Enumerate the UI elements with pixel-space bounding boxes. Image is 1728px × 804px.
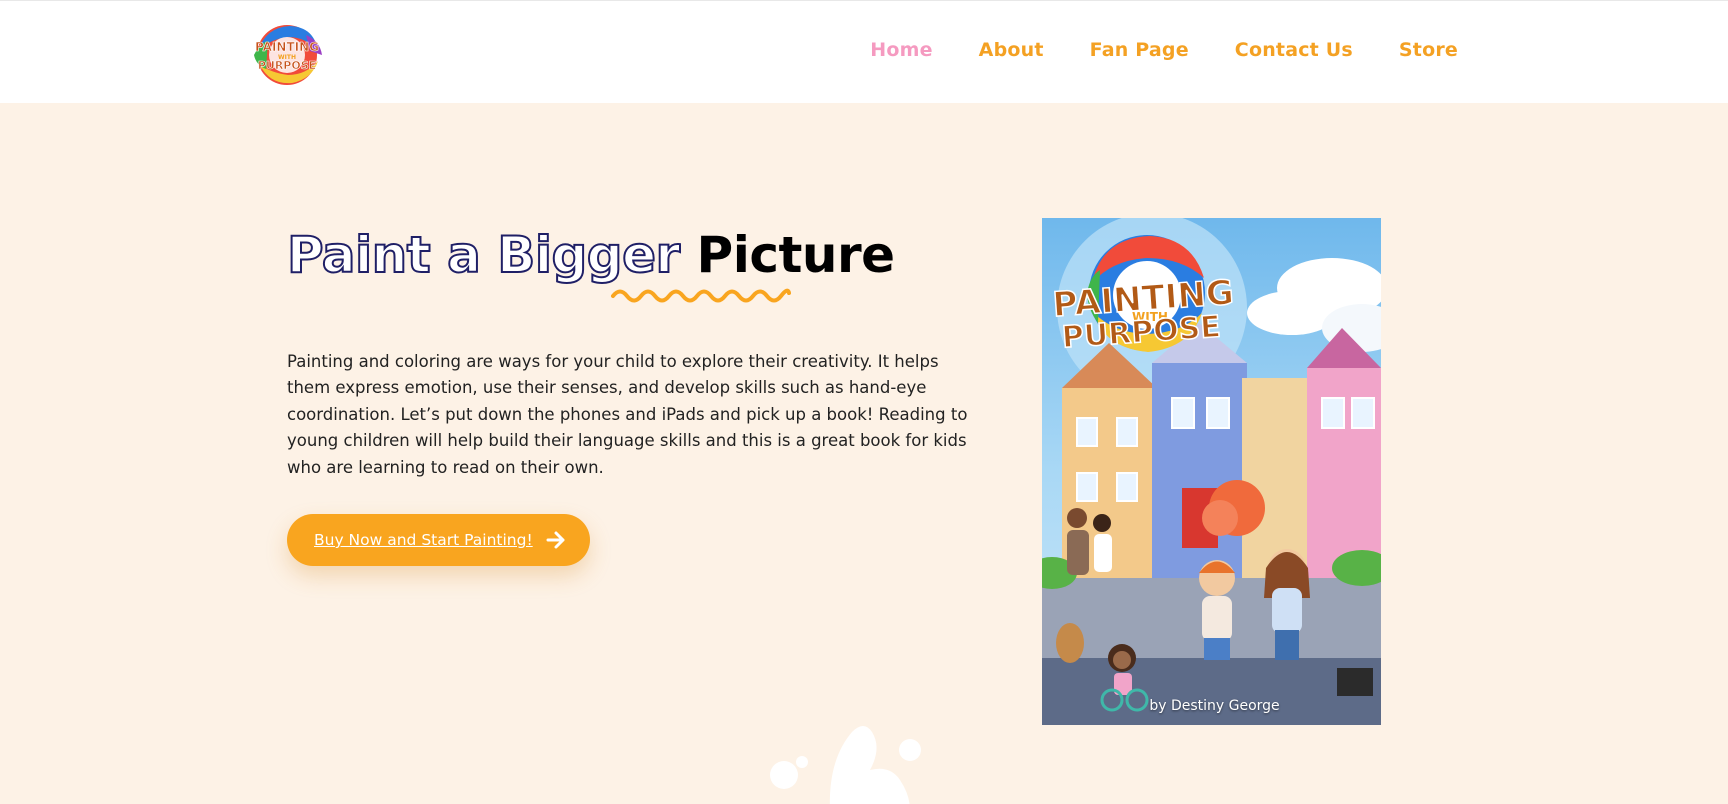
buy-now-button[interactable]: Buy Now and Start Painting! [287, 514, 590, 566]
nav-about[interactable]: About [979, 39, 1044, 61]
logo-text-purpose: PURPOSE [258, 59, 316, 72]
site-header: PAINTING WITH PURPOSE Home About Fan Pag… [0, 0, 1728, 103]
paint-splash-decoration [770, 726, 921, 804]
page: PAINTING WITH PURPOSE Home About Fan Pag… [0, 0, 1728, 804]
hero-intro-text: Painting and coloring are ways for your … [287, 351, 968, 477]
headline-solid-text: Picture [696, 226, 896, 284]
nav-store[interactable]: Store [1399, 39, 1458, 61]
book-cover-image: PAINTING WITH PURPOSE by Destiny George [1042, 218, 1381, 725]
site-logo[interactable]: PAINTING WITH PURPOSE [246, 21, 328, 89]
headline-outline-text: Paint a Bigger [286, 225, 697, 285]
squiggle-underline [611, 288, 791, 303]
logo-text-painting: PAINTING [255, 40, 319, 54]
nav-contact-us[interactable]: Contact Us [1235, 39, 1353, 61]
main-nav: Home About Fan Page Contact Us Store [870, 39, 1458, 61]
logo-image: PAINTING WITH PURPOSE [254, 25, 322, 85]
cover-author: by Destiny George [1149, 698, 1280, 714]
buy-now-label: Buy Now and Start Painting! [314, 531, 533, 549]
hero-headline: Paint a Bigger Picture [286, 225, 896, 285]
book-cover-art: PAINTING WITH PURPOSE [1042, 218, 1381, 725]
nav-fan-page[interactable]: Fan Page [1090, 39, 1189, 61]
arrow-right-icon [546, 531, 565, 549]
nav-home[interactable]: Home [870, 39, 932, 61]
